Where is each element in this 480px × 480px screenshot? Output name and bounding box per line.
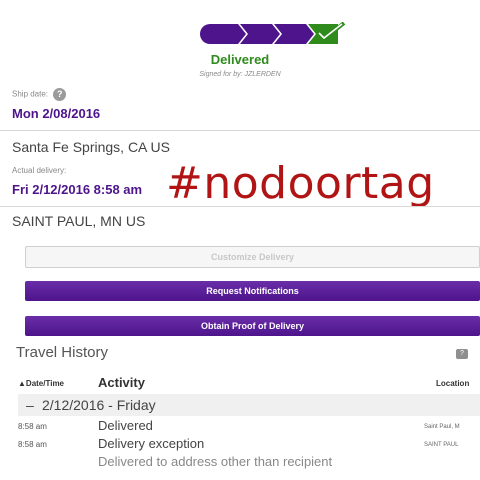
origin-location: Santa Fe Springs, CA US (12, 139, 170, 155)
event-location: SAINT PAUL (424, 442, 459, 448)
progress-step-1 (200, 24, 246, 44)
column-header-activity: Activity (98, 375, 145, 390)
delivery-status: Delivered (210, 52, 270, 67)
day-group-header[interactable]: –2/12/2016 - Friday (18, 394, 480, 416)
ship-date-label-row: Ship date: ? (12, 88, 67, 101)
request-notifications-button[interactable]: Request Notifications (25, 281, 480, 301)
event-activity: Delivered (98, 418, 153, 433)
actual-delivery-date: Fri 2/12/2016 8:58 am (12, 182, 143, 197)
event-detail: Delivered to address other than recipien… (98, 454, 333, 469)
ship-date: Mon 2/08/2016 (12, 106, 101, 121)
divider (0, 130, 480, 131)
column-header-date[interactable]: ▲Date/Time (18, 379, 64, 388)
event-time: 8:58 am (18, 422, 47, 431)
collapse-icon[interactable]: – (26, 394, 42, 416)
help-icon[interactable]: ? (53, 88, 67, 101)
column-header-location: Location (436, 379, 470, 388)
event-location: Saint Paul, M (424, 424, 460, 430)
ship-date-label: Ship date: (12, 89, 49, 99)
delivery-progress-bar (200, 22, 346, 44)
history-options-icon[interactable]: ? (456, 349, 468, 359)
hashtag-overlay: #nodoortag (166, 158, 435, 209)
travel-history-title: Travel History (16, 344, 108, 361)
signed-for-text: Signed for by: JZLERDEN (199, 71, 281, 78)
event-time: 8:58 am (18, 440, 47, 449)
day-group-label: 2/12/2016 - Friday (42, 397, 156, 413)
obtain-proof-of-delivery-button[interactable]: Obtain Proof of Delivery (25, 316, 480, 336)
actual-delivery-label: Actual delivery: (12, 166, 67, 175)
destination-location: SAINT PAUL, MN US (12, 213, 146, 229)
event-activity: Delivery exception (98, 436, 205, 451)
customize-delivery-button[interactable]: Customize Delivery (25, 246, 480, 268)
divider (0, 206, 480, 207)
